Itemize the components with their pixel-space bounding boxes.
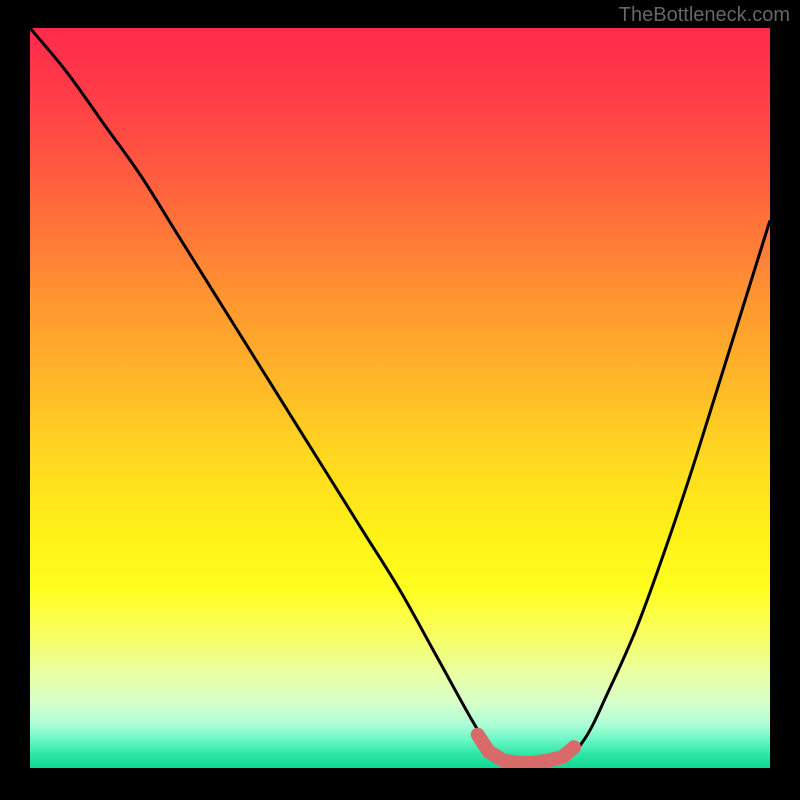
bottleneck-curve-line — [30, 28, 770, 765]
optimal-range-band — [478, 735, 574, 763]
watermark-text: TheBottleneck.com — [619, 4, 790, 27]
chart-plot-area — [30, 28, 770, 768]
optimal-range-end-dot — [567, 740, 581, 754]
chart-svg — [30, 28, 770, 768]
optimal-range-markers — [478, 735, 581, 763]
